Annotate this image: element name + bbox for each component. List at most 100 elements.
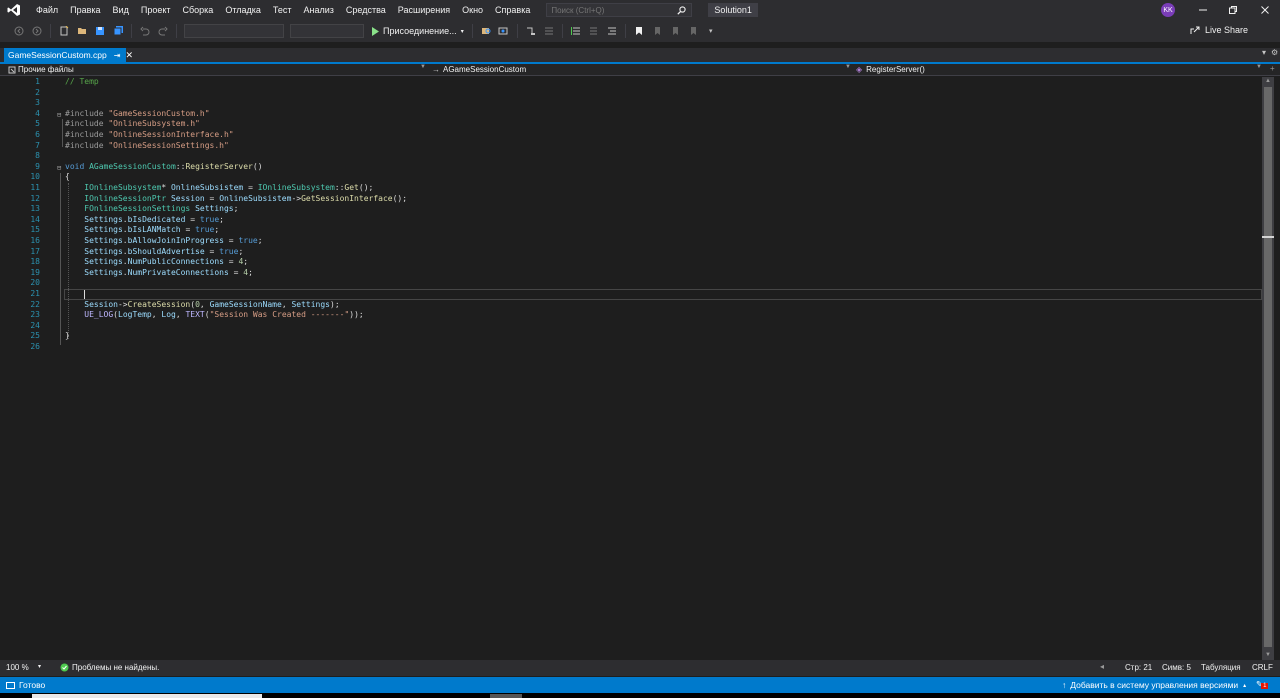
class-label: AGameSessionCustom [443,65,527,74]
member-label: RegisterServer() [866,65,925,74]
navigate-forward-icon[interactable] [30,24,44,38]
project-label: Прочие файлы [18,65,74,74]
status-bar: Готово ↑ Добавить в систему управления в… [0,677,1280,693]
tab-overflow-icon[interactable]: ▾ [1262,48,1266,57]
code-line-19: Settings.NumPrivateConnections = 4; [84,267,253,277]
chevron-down-icon[interactable]: ▼ [845,64,851,70]
menu-debug[interactable]: Отладка [219,0,267,20]
zoom-level[interactable]: 100 % [6,663,29,672]
menu-window[interactable]: Окно [456,0,489,20]
taskbar-item[interactable] [490,694,522,698]
add-to-source-control-label: Добавить в систему управления версиями [1070,680,1239,690]
scroll-up-icon[interactable]: ▲ [1265,78,1271,84]
code-line-5: #include "OnlineSubsystem.h" [65,119,200,129]
search-input[interactable] [551,5,676,15]
menu-test[interactable]: Тест [267,0,298,20]
menu-tools[interactable]: Средства [340,0,392,20]
save-icon[interactable] [93,24,107,38]
project-dropdown[interactable]: Прочие файлы [8,64,74,75]
misc-files-icon [8,66,16,73]
minimize-icon[interactable] [1188,0,1218,20]
toolbar-separator [561,24,563,38]
open-file-icon[interactable] [75,24,89,38]
notification-count: 1 [1261,683,1269,689]
next-bookmark-icon[interactable] [668,24,682,38]
vertical-scrollbar[interactable] [1262,77,1274,660]
undo-icon[interactable] [138,24,152,38]
search-icon[interactable] [675,4,687,16]
notifications-button[interactable]: ✎ 1 [1256,679,1269,690]
add-to-source-control-button[interactable]: ↑ Добавить в систему управления версиями… [1062,680,1246,690]
step-into-icon[interactable] [524,24,538,38]
code-line-15: Settings.bIsLANMatch = true; [84,225,220,235]
new-project-icon[interactable] [57,24,71,38]
menu-file[interactable]: Файл [30,0,64,20]
issues-indicator[interactable]: Проблемы не найдены. [60,663,159,672]
pin-icon[interactable]: ⇥ [114,51,121,60]
scroll-left-icon[interactable]: ◂ [1100,662,1104,671]
menu-bar: Файл Правка Вид Проект Сборка Отладка Те… [30,0,536,20]
check-circle-icon [60,663,69,672]
menu-edit[interactable]: Правка [64,0,106,20]
toolbar-overflow-icon[interactable]: ▾ [704,24,718,38]
live-share-button[interactable]: Live Share [1190,25,1248,35]
bookmark-icon[interactable] [632,24,646,38]
attach-button[interactable]: Присоединение... ▾ [371,26,464,36]
toolbar-separator [624,24,626,38]
menu-build[interactable]: Сборка [177,0,220,20]
menu-extensions[interactable]: Расширения [392,0,456,20]
find-in-files-icon[interactable] [479,24,493,38]
code-line-10: { [65,172,70,182]
restore-icon[interactable] [1218,0,1248,20]
tab-gamesessioncustom-cpp[interactable]: GameSessionCustom.cpp ⇥ ✕ [4,48,133,62]
close-tab-icon[interactable]: ✕ [125,50,133,61]
code-line-4: #include "GameSessionCustom.h" [65,108,210,118]
code-line-11: IOnlineSubsystem* OnlineSubsistem = IOnl… [84,183,374,192]
comment-lines-icon[interactable] [569,24,583,38]
toolbar-separator [131,24,132,38]
clear-bookmarks-icon[interactable] [686,24,700,38]
settings-gear-icon[interactable]: ⚙ [1271,48,1278,57]
account-avatar[interactable]: KK [1161,3,1175,17]
menu-help[interactable]: Справка [489,0,536,20]
format-document-icon[interactable] [605,24,619,38]
member-dropdown[interactable]: ◈ RegisterServer() [856,64,925,75]
chevron-down-icon[interactable]: ▾ [38,663,41,670]
code-line-6: #include "OnlineSessionInterface.h" [65,130,234,139]
indentation-mode[interactable]: Табуляция [1201,663,1241,672]
platform-dropdown[interactable] [290,24,364,38]
previous-bookmark-icon[interactable] [650,24,664,38]
title-bar: Файл Правка Вид Проект Сборка Отладка Те… [0,0,1280,20]
visual-studio-logo-icon[interactable] [0,0,28,20]
chevron-down-icon[interactable]: ▼ [1256,64,1262,70]
live-share-label: Live Share [1205,25,1249,35]
navigate-back-icon[interactable] [12,24,26,38]
menu-project[interactable]: Проект [135,0,177,20]
code-line-1: // Temp [65,77,99,86]
ready-icon [6,681,15,689]
save-all-icon[interactable] [111,24,125,38]
code-editor[interactable]: ⊟ ⊟ 1// Temp 2 3 4 #include "GameSessionC… [0,77,1262,660]
close-window-icon[interactable] [1250,0,1280,20]
configuration-dropdown[interactable] [184,24,284,38]
caret-position-marker [1262,236,1274,238]
redo-icon[interactable] [156,24,170,38]
play-icon [372,26,379,36]
scroll-down-icon[interactable]: ▼ [1265,652,1271,658]
chevron-up-icon: ▴ [1243,682,1247,689]
search-box[interactable] [546,3,693,17]
menu-analyze[interactable]: Анализ [298,0,340,20]
step-over-icon[interactable] [542,24,556,38]
uncomment-lines-icon[interactable] [587,24,601,38]
taskbar-item[interactable] [32,694,262,698]
screenshot-icon[interactable] [497,24,511,38]
class-arrow-icon: → [432,65,440,74]
toolbar-separator [471,24,473,38]
tab-label: GameSessionCustom.cpp [8,50,107,60]
split-window-icon[interactable]: + [1270,64,1275,73]
menu-view[interactable]: Вид [107,0,135,20]
chevron-down-icon[interactable]: ▼ [420,64,426,70]
scrollbar-thumb[interactable] [1264,87,1272,647]
class-dropdown[interactable]: → AGameSessionCustom [432,64,526,75]
line-endings[interactable]: CRLF [1252,663,1273,672]
